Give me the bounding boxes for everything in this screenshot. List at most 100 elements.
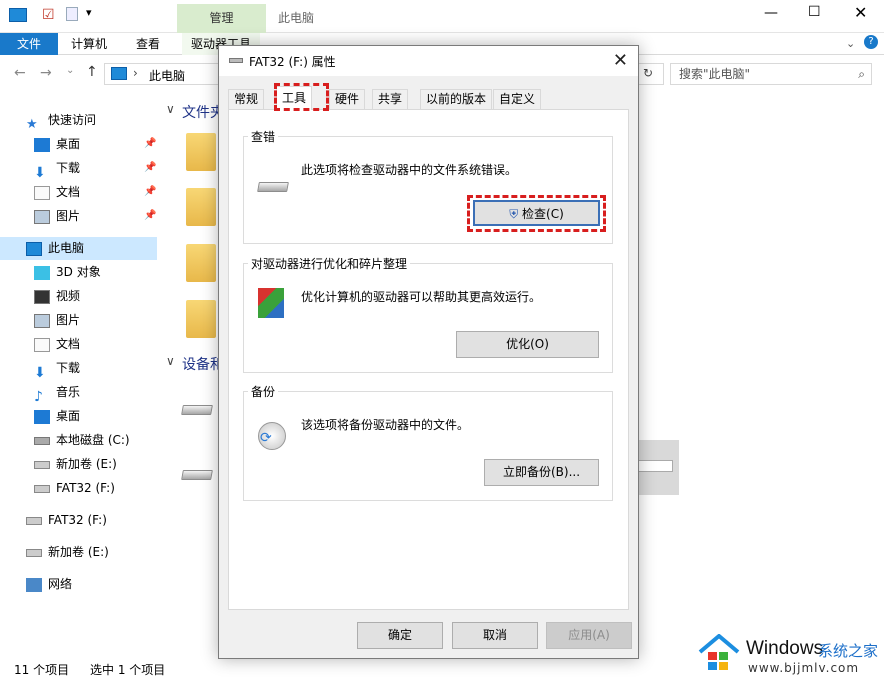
maximize-icon[interactable]: ☐ — [808, 4, 821, 20]
tab-previous-versions[interactable]: 以前的版本 — [420, 89, 493, 109]
collapse-icon[interactable]: ∨ — [166, 354, 175, 368]
close-icon[interactable]: ✕ — [854, 3, 867, 22]
drive-icon — [229, 58, 243, 63]
apply-button[interactable]: 应用(A) — [546, 622, 632, 649]
nav-label: 文档 — [56, 185, 81, 199]
pictures-icon — [34, 209, 50, 224]
nav-label: FAT32 (F:) — [48, 513, 107, 527]
backup-now-button[interactable]: 立即备份(B)... — [484, 459, 599, 486]
nav-label: 图片 — [56, 313, 81, 327]
tab-hardware[interactable]: 硬件 — [329, 89, 366, 109]
pin-icon[interactable]: 📌 — [144, 138, 156, 149]
nav-label: 下载 — [56, 361, 81, 375]
cancel-button[interactable]: 取消 — [452, 622, 538, 649]
nav-label: 网络 — [48, 577, 73, 591]
new-folder-icon[interactable] — [66, 7, 78, 21]
group-title: 对驱动器进行优化和碎片整理 — [248, 255, 411, 272]
dialog-titlebar: FAT32 (F:) 属性 ✕ — [219, 46, 638, 76]
ribbon-tab-file[interactable]: 文件 — [0, 33, 58, 55]
nav-label: 新加卷 (E:) — [48, 545, 109, 559]
nav-drive-e[interactable]: 新加卷 (E:) — [34, 453, 117, 475]
back-icon[interactable]: ← — [14, 65, 26, 81]
nav-label: 桌面 — [56, 137, 81, 151]
drive-icon — [34, 436, 50, 445]
check-button-highlight — [467, 195, 606, 232]
star-icon: ★ — [26, 116, 38, 132]
music-icon: ♪ — [34, 388, 43, 405]
nav-label: 视频 — [56, 289, 81, 303]
ribbon-tab-computer[interactable]: 计算机 — [62, 33, 116, 55]
backup-group: 备份 ⟳ 该选项将备份驱动器中的文件。 立即备份(B)... — [243, 383, 613, 501]
nav-label: 新加卷 (E:) — [56, 457, 117, 471]
nav-label: 文档 — [56, 337, 81, 351]
nav-desktop[interactable]: 桌面 — [34, 405, 80, 427]
drive-icon — [26, 516, 42, 525]
drive-usage-bar — [638, 460, 673, 472]
quick-access-toolbar-dropdown-icon[interactable]: ▾ — [86, 6, 92, 19]
nav-network[interactable]: 网络 — [26, 573, 72, 595]
up-icon[interactable]: ↑ — [86, 64, 98, 80]
nav-label: 桌面 — [56, 409, 81, 423]
nav-pictures[interactable]: 图片 — [34, 309, 80, 331]
backup-arrow-icon: ⟳ — [260, 430, 272, 446]
nav-label: 图片 — [56, 209, 81, 223]
optimize-button[interactable]: 优化(O) — [456, 331, 599, 358]
tools-tab-highlight — [274, 83, 329, 111]
folder-downloads[interactable] — [186, 244, 216, 282]
manage-context-tab[interactable]: 管理 — [177, 4, 266, 33]
nav-quick-downloads[interactable]: ⬇ 下载 — [34, 157, 81, 181]
download-icon: ⬇ — [34, 364, 46, 381]
drive-icon — [257, 182, 289, 192]
nav-music[interactable]: ♪ 音乐 — [34, 381, 81, 405]
windows-house-logo — [698, 634, 740, 670]
tab-customize[interactable]: 自定义 — [493, 89, 542, 109]
drive-c-icon[interactable] — [181, 405, 213, 415]
tab-sharing[interactable]: 共享 — [372, 89, 409, 109]
pictures-icon — [34, 313, 50, 328]
nav-quick-documents[interactable]: 文档 — [34, 181, 80, 203]
tab-general[interactable]: 常规 — [228, 89, 265, 109]
ribbon-expand-icon[interactable]: ⌄ — [846, 37, 855, 50]
collapse-icon[interactable]: ∨ — [166, 102, 175, 116]
pin-icon[interactable]: 📌 — [144, 162, 156, 173]
drive-icon — [26, 548, 42, 557]
backup-text: 该选项将备份驱动器中的文件。 — [301, 418, 470, 432]
forward-icon[interactable]: → — [40, 65, 52, 81]
close-icon[interactable]: ✕ — [613, 50, 628, 71]
nav-label: FAT32 (F:) — [56, 481, 115, 495]
ribbon-tab-view[interactable]: 查看 — [126, 33, 170, 55]
nav-quick-access[interactable]: ★ 快速访问 — [26, 109, 96, 132]
recent-locations-icon[interactable]: ⌄ — [66, 65, 74, 76]
nav-documents[interactable]: 文档 — [34, 333, 80, 355]
nav-quick-desktop[interactable]: 桌面 — [34, 133, 80, 155]
document-icon — [34, 337, 50, 352]
watermark-logo: Windows 系统之家 www.bjjmlv.com — [698, 630, 884, 680]
nav-videos[interactable]: 视频 — [34, 285, 80, 307]
drive-e-icon[interactable] — [181, 470, 213, 480]
pin-icon[interactable]: 📌 — [144, 186, 156, 197]
ok-button[interactable]: 确定 — [357, 622, 443, 649]
nav-downloads[interactable]: ⬇ 下载 — [34, 357, 81, 381]
nav-fat32[interactable]: FAT32 (F:) — [26, 509, 107, 531]
drive-icon — [34, 460, 50, 469]
folder-desktop[interactable] — [186, 300, 216, 338]
pin-icon[interactable]: 📌 — [144, 210, 156, 221]
nav-label: 音乐 — [56, 385, 81, 399]
nav-drive-f[interactable]: FAT32 (F:) — [34, 477, 115, 499]
computer-icon — [111, 67, 127, 80]
optimize-group: 对驱动器进行优化和碎片整理 优化计算机的驱动器可以帮助其更高效运行。 优化(O) — [243, 255, 613, 373]
nav-quick-pictures[interactable]: 图片 — [34, 205, 80, 227]
folder-pictures[interactable] — [186, 188, 216, 226]
nav-3d-objects[interactable]: 3D 对象 — [34, 261, 101, 283]
help-icon[interactable]: ? — [864, 35, 878, 49]
refresh-icon[interactable]: ↻ — [643, 66, 653, 80]
properties-icon[interactable]: ☑ — [42, 7, 55, 23]
folder-3d-objects[interactable] — [186, 133, 216, 171]
nav-new-volume[interactable]: 新加卷 (E:) — [26, 541, 109, 563]
nav-drive-c[interactable]: 本地磁盘 (C:) — [34, 429, 130, 451]
search-icon: ⌕ — [858, 67, 865, 81]
nav-label: 下载 — [56, 161, 81, 175]
nav-this-pc[interactable]: 此电脑 — [26, 237, 84, 259]
search-input[interactable]: 搜索"此电脑" ⌕ — [670, 63, 872, 85]
minimize-icon[interactable]: — — [764, 5, 778, 21]
